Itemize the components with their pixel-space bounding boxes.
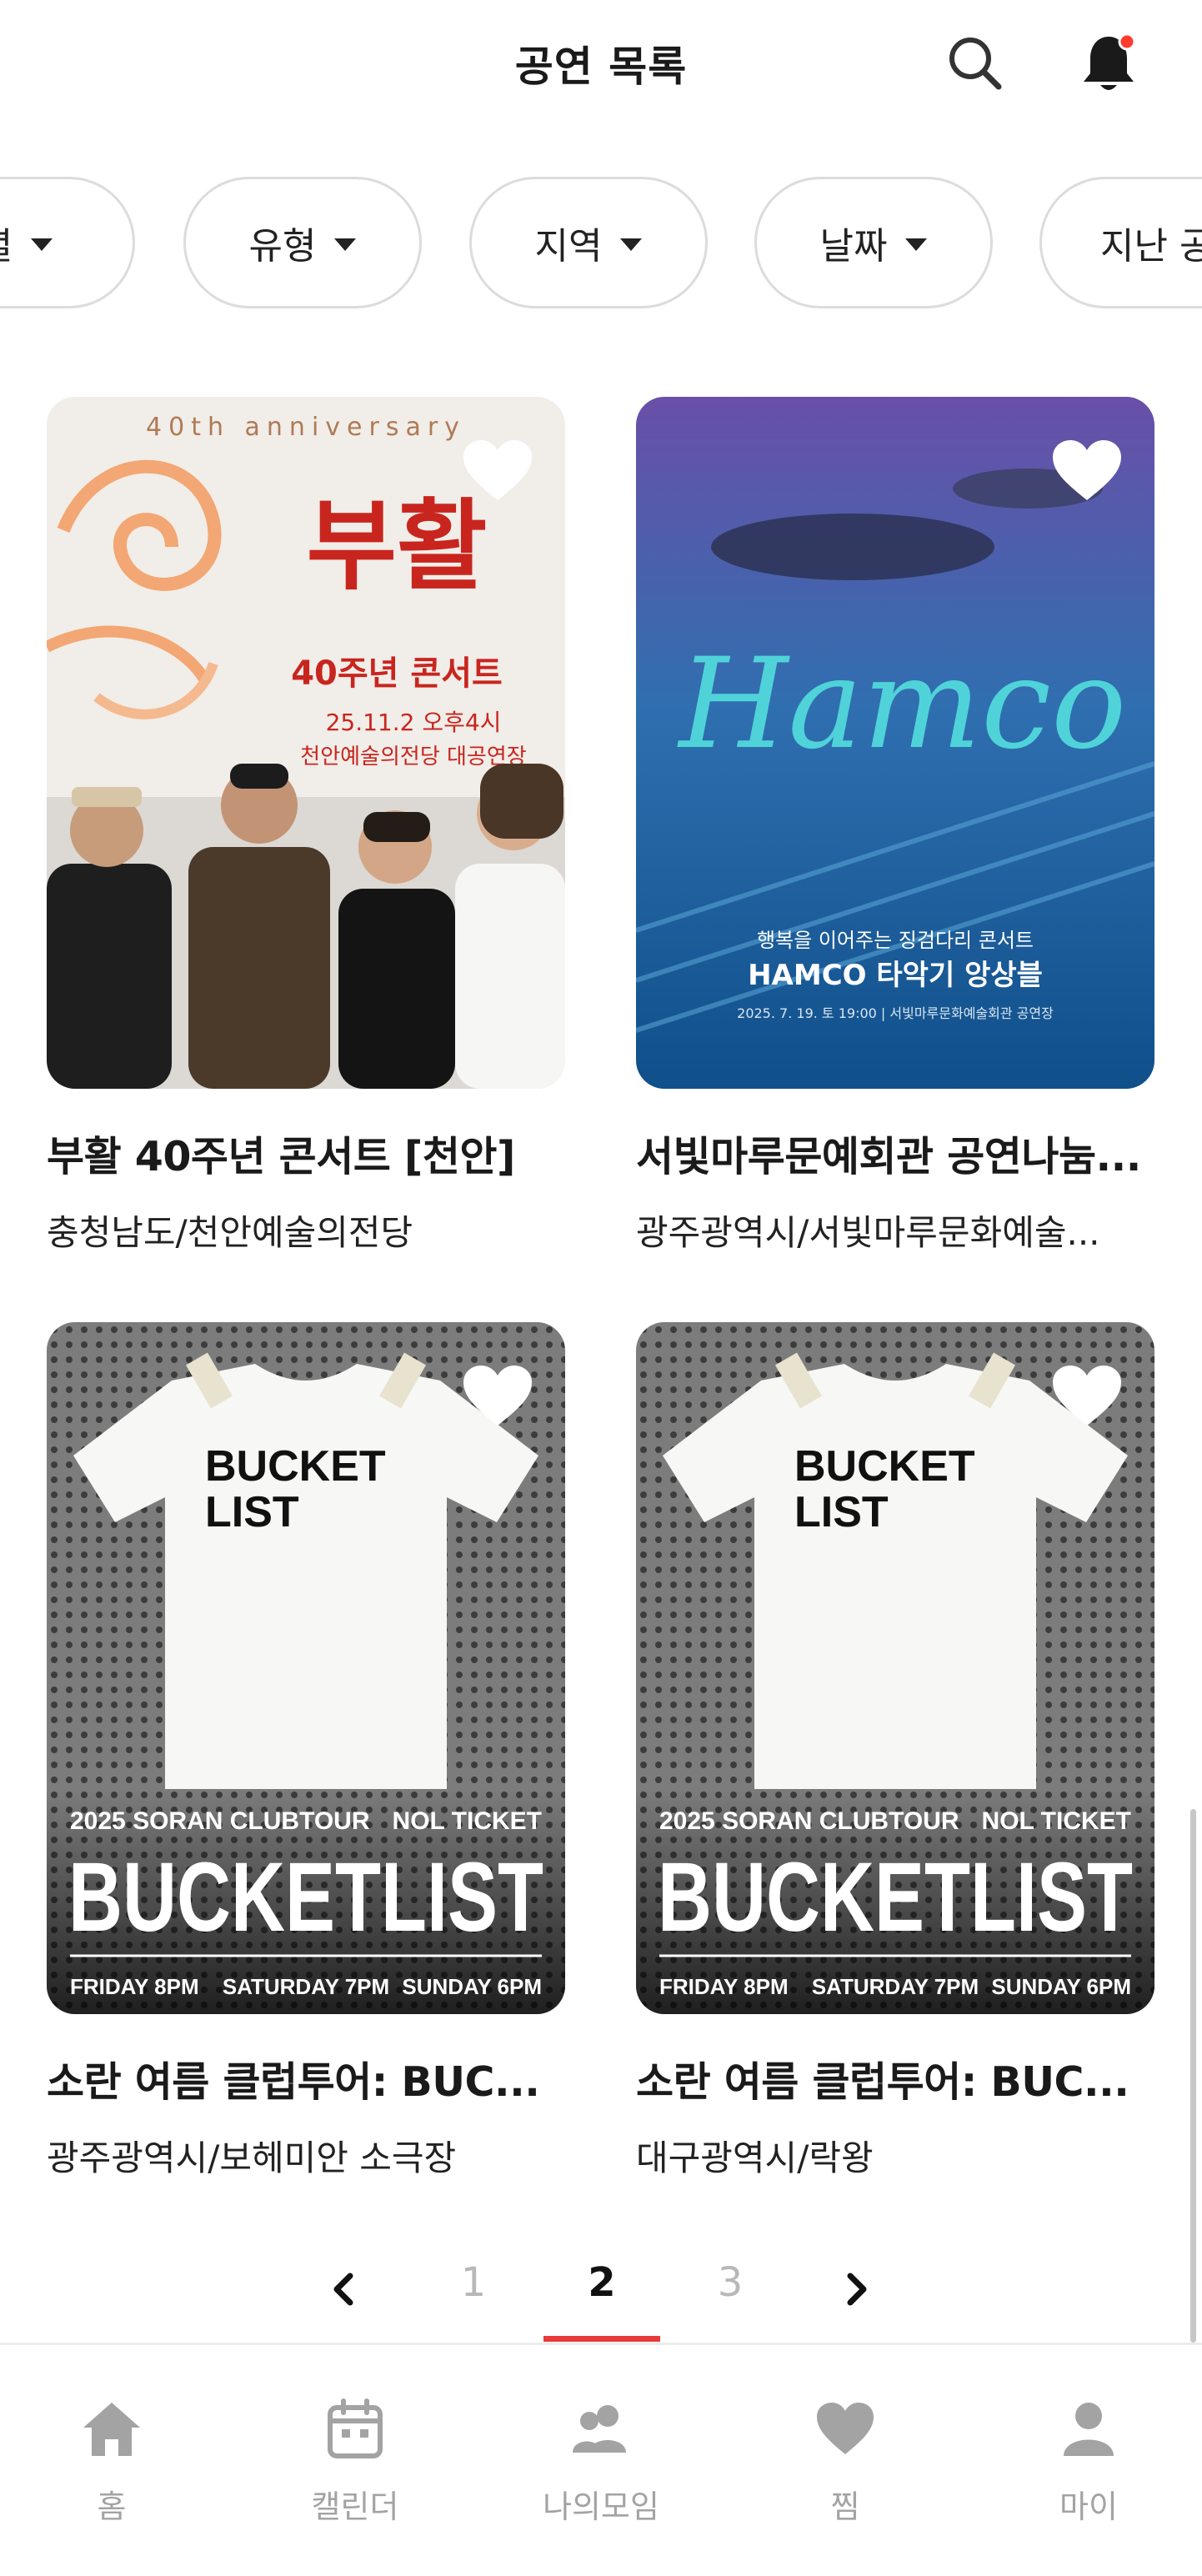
card-title: 소란 여름 클럽투어: BUC... <box>47 2058 540 2106</box>
concert-poster[interactable]: BUCKET LIST 2025 SORAN CLUBTOUR NOL TICK… <box>47 1322 565 2014</box>
filter-label: 렬 <box>0 216 13 269</box>
filter-chip-region[interactable]: 지역 <box>469 177 708 308</box>
poster-main-text: HAMCO 타악기 앙상블 <box>748 959 1043 992</box>
card-venue: 대구광역시/락왕 <box>636 2137 874 2178</box>
nav-item-my[interactable]: 마이 <box>989 2396 1189 2527</box>
favorite-heart-icon[interactable] <box>1049 1362 1124 1429</box>
chevron-right-icon[interactable] <box>832 2264 882 2314</box>
shirt-text-1: BUCKET <box>794 1442 975 1491</box>
card-title: 소란 여름 클럽투어: BUC... <box>636 2058 1129 2106</box>
search-icon <box>949 38 1002 90</box>
poster-venue-text: 천안예술의전당 대공연장 <box>300 744 526 769</box>
shirt-text-2: LIST <box>794 1488 889 1536</box>
poster-top-text: 40th anniversary <box>146 413 466 442</box>
scrollbar[interactable] <box>1190 1809 1196 2343</box>
nav-label: 나의모임 <box>543 2488 659 2525</box>
bottom-navigation: 홈 캘린더 나의모임 찜 마이 <box>0 2346 1202 2576</box>
filter-chip-type[interactable]: 유형 <box>183 177 422 308</box>
poster-day-3: SUNDAY 6PM <box>991 1974 1131 1999</box>
favorite-heart-icon[interactable] <box>460 1362 535 1429</box>
profile-icon <box>1064 2403 1114 2456</box>
shirt-text-1: BUCKET <box>205 1442 386 1491</box>
nav-divider <box>0 2343 1202 2345</box>
poster-day-1: FRIDAY 8PM <box>70 1974 199 1999</box>
poster-day-2: SATURDAY 7PM <box>812 1974 979 1999</box>
page-button-1[interactable]: 1 <box>440 2259 507 2306</box>
concert-poster[interactable]: 40th anniversary 부활 40주년 콘서트 25.11.2 오후4… <box>47 397 565 1089</box>
poster-date-text: 25.11.2 오후4시 <box>326 709 502 736</box>
page-title: 공연 목록 <box>514 43 688 91</box>
filter-chip-sort[interactable]: 렬 <box>0 177 135 308</box>
concert-card[interactable]: 40th anniversary 부활 40주년 콘서트 25.11.2 오후4… <box>47 397 565 1255</box>
concert-card[interactable]: BUCKET LIST 2025 SORAN CLUBTOUR NOL TICK… <box>636 1322 1154 2181</box>
favorite-heart-icon[interactable] <box>1049 437 1124 504</box>
filter-chip-date[interactable]: 날짜 <box>754 177 993 308</box>
nav-label: 홈 <box>97 2488 127 2525</box>
poster-sub-text: 40주년 콘서트 <box>291 654 503 693</box>
page-button-3[interactable]: 3 <box>697 2259 764 2306</box>
shirt-text-2: LIST <box>205 1488 299 1536</box>
poster-main-text: 부활 <box>306 488 487 604</box>
card-venue: 광주광역시/보헤미안 소극장 <box>47 2137 457 2178</box>
poster-tour-text: 2025 SORAN CLUBTOUR <box>659 1807 959 1835</box>
caret-down-icon <box>620 238 643 251</box>
nav-label: 캘린더 <box>311 2488 399 2525</box>
bell-icon <box>1084 33 1136 90</box>
poster-day-2: SATURDAY 7PM <box>223 1974 389 1999</box>
poster-day-3: SUNDAY 6PM <box>402 1974 542 1999</box>
pagination: 1 2 3 <box>0 2251 1202 2343</box>
concert-list-screen: 공연 목록 렬 유형 지역 날짜 <box>0 0 1202 2576</box>
poster-sub-text: 행복을 이어주는 징검다리 콘서트 <box>757 929 1034 952</box>
home-icon <box>83 2403 140 2456</box>
favorite-heart-icon[interactable] <box>460 437 535 504</box>
notification-button[interactable] <box>1075 30 1142 97</box>
concert-poster[interactable]: BUCKET LIST 2025 SORAN CLUBTOUR NOL TICK… <box>636 1322 1154 2014</box>
concert-card[interactable]: BUCKET LIST 2025 SORAN CLUBTOUR NOL TICK… <box>47 1322 565 2181</box>
poster-date-text: 2025. 7. 19. 토 19:00 | 서빛마루문화예술회관 공연장 <box>737 1005 1054 1021</box>
caret-down-icon <box>31 238 53 251</box>
filter-label: 날짜 <box>819 225 888 268</box>
card-title: 서빛마루문예회관 공연나눔... <box>636 1133 1141 1180</box>
card-title: 부활 40주년 콘서트 [천안] <box>47 1133 515 1180</box>
page-button-2[interactable]: 2 <box>568 2259 635 2306</box>
poster-main-text: BUCKETLIST <box>68 1842 543 1952</box>
concert-poster[interactable]: Hamco 행복을 이어주는 징검다리 콘서트 HAMCO 타악기 앙상블 20… <box>636 397 1154 1089</box>
poster-day-1: FRIDAY 8PM <box>659 1974 789 1999</box>
caret-down-icon <box>905 238 928 251</box>
nav-item-favorites[interactable]: 찜 <box>745 2396 945 2527</box>
poster-ticket-text: NOL TICKET <box>982 1807 1131 1835</box>
concert-card[interactable]: Hamco 행복을 이어주는 징검다리 콘서트 HAMCO 타악기 앙상블 20… <box>636 397 1154 1255</box>
poster-tour-text: 2025 SORAN CLUBTOUR <box>70 1807 370 1835</box>
filter-chip-past[interactable]: 지난 공 <box>1039 177 1202 308</box>
card-venue: 광주광역시/서빛마루문화예술... <box>636 1212 1100 1253</box>
chevron-left-icon[interactable] <box>318 2264 368 2314</box>
poster-script-text: Hamco <box>677 632 1127 777</box>
group-icon <box>573 2405 626 2453</box>
nav-item-my-groups[interactable]: 나의모임 <box>501 2396 701 2527</box>
poster-main-text: BUCKETLIST <box>658 1842 1133 1952</box>
card-venue: 충청남도/천안예술의전당 <box>47 1212 413 1253</box>
filter-label: 유형 <box>248 225 317 268</box>
nav-label: 찜 <box>830 2488 860 2525</box>
filter-label: 지난 공 <box>1100 225 1202 268</box>
caret-down-icon <box>334 238 357 251</box>
heart-icon <box>817 2403 874 2454</box>
poster-ticket-text: NOL TICKET <box>393 1807 542 1835</box>
filter-bar: 렬 유형 지역 날짜 지난 공 <box>0 173 1202 312</box>
app-header: 공연 목록 <box>0 0 1202 125</box>
nav-item-home[interactable]: 홈 <box>12 2396 212 2527</box>
calendar-icon <box>328 2398 383 2458</box>
nav-item-calendar[interactable]: 캘린더 <box>255 2396 455 2527</box>
search-button[interactable] <box>942 30 1009 97</box>
current-page-indicator <box>543 2336 660 2342</box>
filter-label: 지역 <box>534 225 603 268</box>
nav-label: 마이 <box>1059 2488 1118 2525</box>
